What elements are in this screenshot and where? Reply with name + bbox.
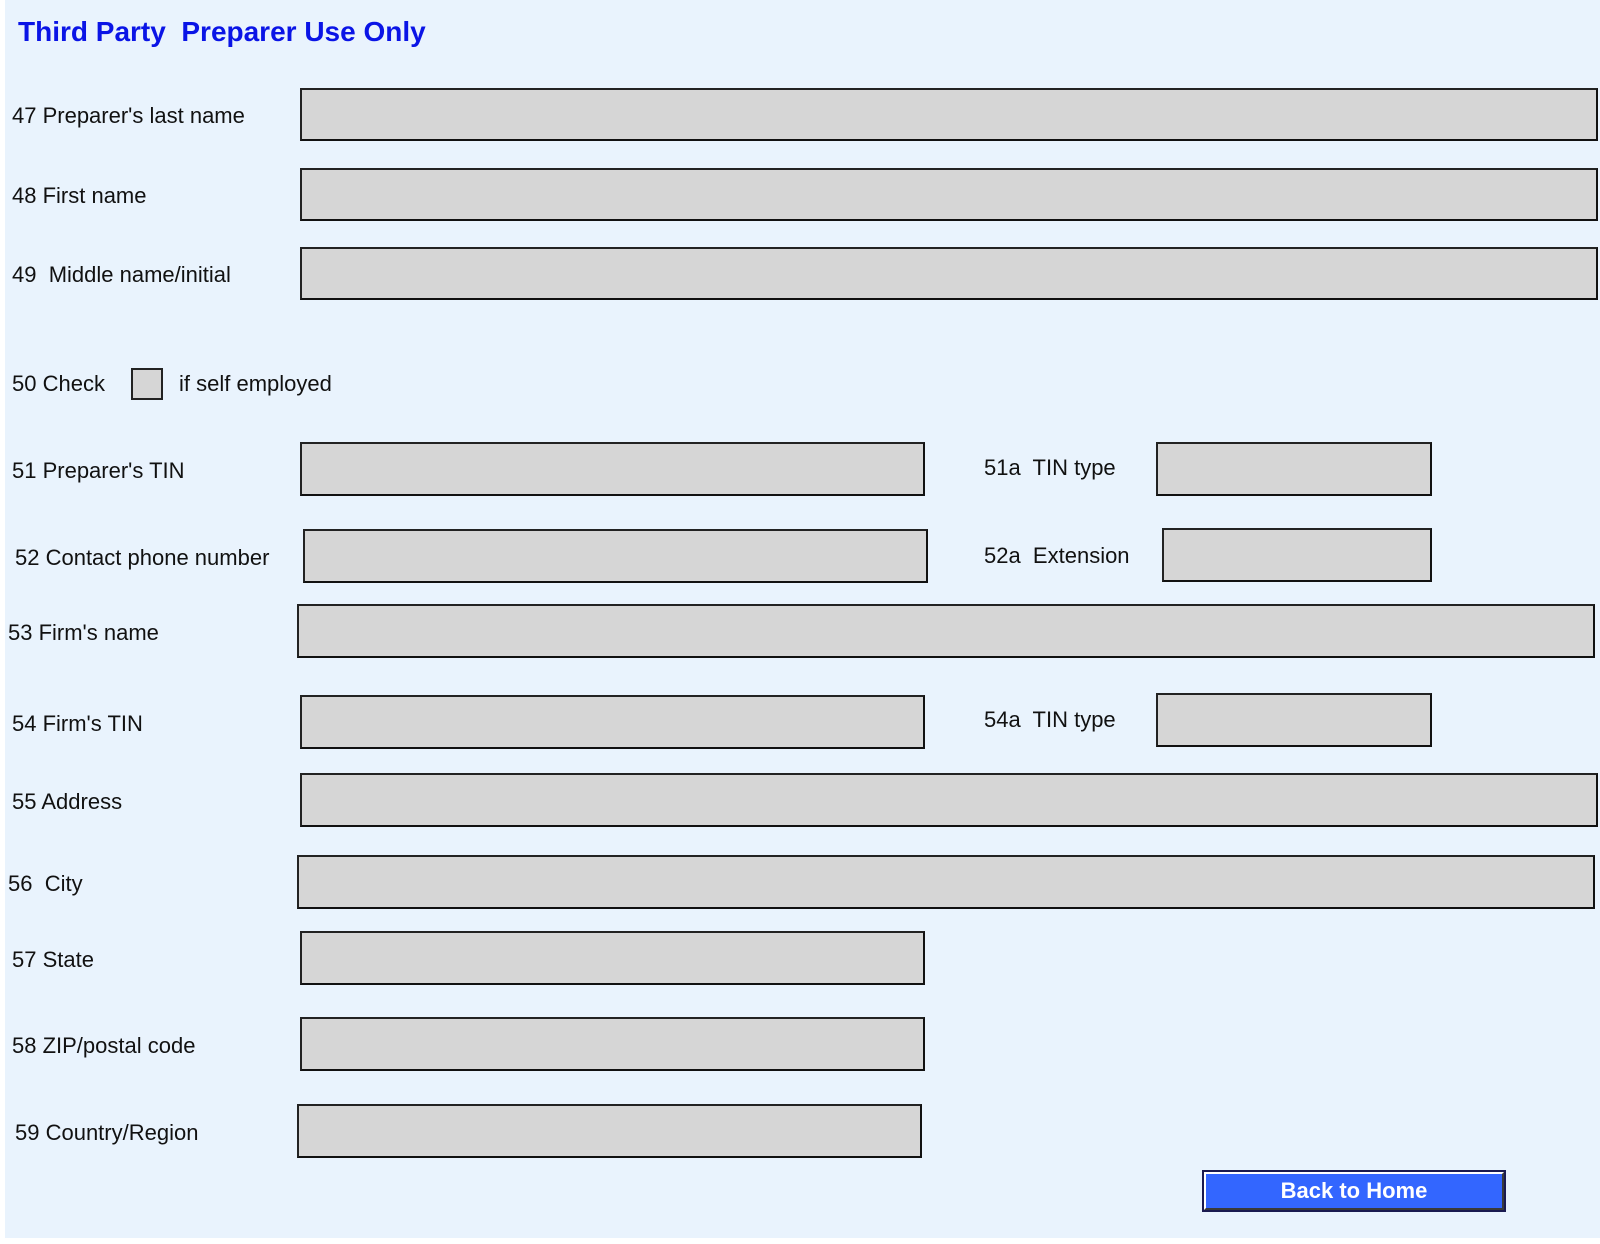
label-country: 59 Country/Region bbox=[15, 1120, 199, 1145]
middle-name-input[interactable] bbox=[300, 247, 1598, 300]
extension-input[interactable] bbox=[1162, 528, 1432, 582]
page-title: Third Party Preparer Use Only bbox=[18, 16, 426, 47]
label-preparer-tin: 51 Preparer's TIN bbox=[12, 458, 185, 483]
label-check: 50 Check bbox=[12, 371, 105, 396]
label-city: 56 City bbox=[8, 871, 83, 896]
firm-tin-input[interactable] bbox=[300, 695, 925, 749]
label-zip: 58 ZIP/postal code bbox=[12, 1033, 196, 1058]
tin-type-51a-input[interactable] bbox=[1156, 442, 1432, 496]
label-first-name: 48 First name bbox=[12, 183, 147, 208]
label-firm-name: 53 Firm's name bbox=[8, 620, 159, 645]
self-employed-checkbox[interactable] bbox=[131, 368, 163, 400]
label-address: 55 Address bbox=[12, 789, 123, 814]
label-if-self-employed: if self employed bbox=[179, 371, 332, 396]
tin-type-54a-input[interactable] bbox=[1156, 693, 1432, 747]
zip-input[interactable] bbox=[300, 1017, 925, 1071]
city-input[interactable] bbox=[297, 855, 1595, 909]
label-tin-type-54a: 54a TIN type bbox=[984, 707, 1116, 732]
label-tin-type-51a: 51a TIN type bbox=[984, 455, 1116, 480]
label-preparer-last-name: 47 Preparer's last name bbox=[12, 103, 245, 128]
label-firm-tin: 54 Firm's TIN bbox=[12, 711, 143, 736]
state-input[interactable] bbox=[300, 931, 925, 985]
preparer-form-page: Third Party Preparer Use Only 47 Prepare… bbox=[5, 0, 1600, 1238]
country-input[interactable] bbox=[297, 1104, 922, 1158]
firm-name-input[interactable] bbox=[297, 604, 1595, 658]
label-extension: 52a Extension bbox=[984, 543, 1130, 568]
address-input[interactable] bbox=[300, 773, 1598, 827]
back-to-home-button[interactable]: Back to Home bbox=[1202, 1170, 1506, 1212]
preparer-tin-input[interactable] bbox=[300, 442, 925, 496]
contact-phone-input[interactable] bbox=[303, 529, 928, 583]
label-state: 57 State bbox=[12, 947, 94, 972]
label-contact-phone: 52 Contact phone number bbox=[15, 545, 270, 570]
first-name-input[interactable] bbox=[300, 168, 1598, 221]
preparer-last-name-input[interactable] bbox=[300, 88, 1598, 141]
label-middle-name: 49 Middle name/initial bbox=[12, 262, 231, 287]
